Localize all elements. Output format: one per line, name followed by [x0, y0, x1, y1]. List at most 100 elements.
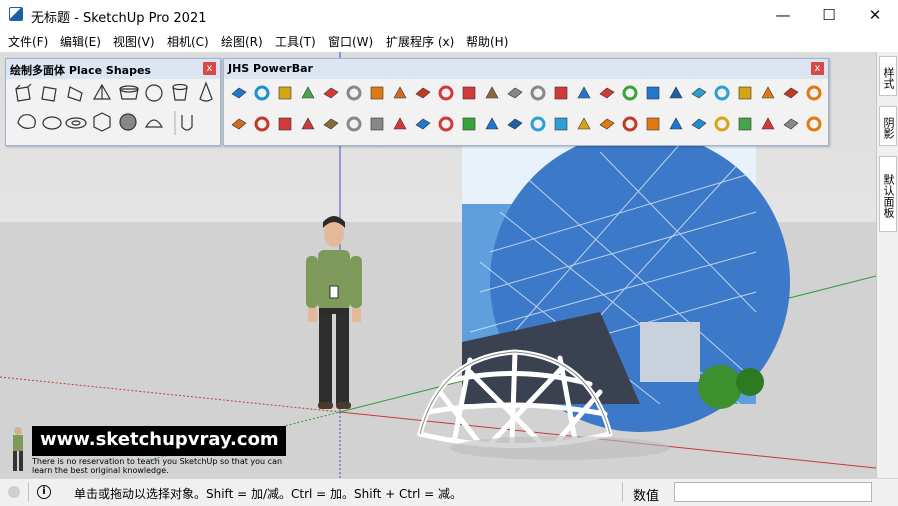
dome-shadow	[450, 436, 670, 460]
polyhedron-shape-icon[interactable]	[93, 112, 111, 132]
row2-tool-18-icon[interactable]	[619, 113, 641, 135]
menu-extensions[interactable]: 扩展程序 (x)	[386, 33, 454, 50]
sketchup-app-icon[interactable]	[9, 7, 23, 21]
dome-shape-icon[interactable]	[144, 119, 164, 128]
row1-tool-2-icon[interactable]	[251, 82, 273, 104]
row1-tool-18-icon[interactable]	[619, 82, 641, 104]
geosphere-shape-icon[interactable]	[119, 113, 137, 131]
info-icon[interactable]: i	[37, 485, 51, 499]
row1-tool-14-icon[interactable]	[527, 82, 549, 104]
torus-shape-icon[interactable]	[17, 114, 36, 129]
measurements-input[interactable]	[674, 482, 872, 502]
row1-tool-10-icon[interactable]	[435, 82, 457, 104]
small-person-icon	[13, 427, 23, 471]
row2-tool-6-icon[interactable]	[343, 113, 365, 135]
row1-tool-26-icon[interactable]	[803, 82, 825, 104]
row1-tool-13-icon[interactable]	[504, 82, 526, 104]
row1-tool-25-icon[interactable]	[780, 82, 802, 104]
row2-tool-21-icon[interactable]	[688, 113, 710, 135]
person-figure[interactable]	[306, 216, 362, 409]
tab-shadows[interactable]: 阴影	[879, 106, 897, 146]
disc-shape-icon[interactable]	[65, 117, 87, 129]
prism-shape-icon[interactable]	[41, 86, 57, 102]
maximize-button[interactable]: ☐	[806, 0, 852, 30]
row1-tool-17-icon[interactable]	[596, 82, 618, 104]
row1-tool-6-icon[interactable]	[343, 82, 365, 104]
menu-edit[interactable]: 编辑(E)	[60, 33, 101, 50]
row2-tool-5-icon[interactable]	[320, 113, 342, 135]
row1-tool-8-icon[interactable]	[389, 82, 411, 104]
row2-tool-8-icon[interactable]	[389, 113, 411, 135]
menu-tools[interactable]: 工具(T)	[275, 33, 316, 50]
row1-tool-23-icon[interactable]	[734, 82, 756, 104]
row1-tool-11-icon[interactable]	[458, 82, 480, 104]
biosphere-photo-billboard[interactable]	[462, 132, 790, 432]
menu-camera[interactable]: 相机(C)	[167, 33, 209, 50]
row1-tool-15-icon[interactable]	[550, 82, 572, 104]
row2-tool-15-icon[interactable]	[550, 113, 572, 135]
menu-help[interactable]: 帮助(H)	[466, 33, 508, 50]
menu-draw[interactable]: 绘图(R)	[221, 33, 263, 50]
row1-tool-7-icon[interactable]	[366, 82, 388, 104]
row2-tool-22-icon[interactable]	[711, 113, 733, 135]
row1-tool-20-icon[interactable]	[665, 82, 687, 104]
powerbar-header[interactable]: JHS PowerBar x	[224, 59, 828, 79]
tab-default-tray[interactable]: 默认面板	[879, 156, 897, 232]
row2-tool-3-icon[interactable]	[274, 113, 296, 135]
box-shape-icon[interactable]	[119, 85, 139, 100]
row2-tool-19-icon[interactable]	[642, 113, 664, 135]
row2-tool-24-icon[interactable]	[757, 113, 779, 135]
menu-file[interactable]: 文件(F)	[8, 33, 48, 50]
row2-tool-16-icon[interactable]	[573, 113, 595, 135]
row2-tool-7-icon[interactable]	[366, 113, 388, 135]
row1-tool-9-icon[interactable]	[412, 82, 434, 104]
hemisphere-shape-icon[interactable]	[42, 116, 62, 130]
row2-tool-13-icon[interactable]	[504, 113, 526, 135]
sphere-shape-icon[interactable]	[145, 84, 163, 102]
row2-tool-25-icon[interactable]	[780, 113, 802, 135]
row1-tool-3-icon[interactable]	[274, 82, 296, 104]
place-shapes-tools	[15, 81, 213, 135]
row2-tool-26-icon[interactable]	[803, 113, 825, 135]
row2-tool-23-icon[interactable]	[734, 113, 756, 135]
menu-view[interactable]: 视图(V)	[113, 33, 155, 50]
row1-tool-22-icon[interactable]	[711, 82, 733, 104]
place-shapes-close-button[interactable]: x	[203, 62, 216, 75]
row1-tool-5-icon[interactable]	[320, 82, 342, 104]
row1-tool-24-icon[interactable]	[757, 82, 779, 104]
tube-shape-icon[interactable]	[181, 115, 193, 131]
row1-tool-16-icon[interactable]	[573, 82, 595, 104]
menu-window[interactable]: 窗口(W)	[328, 33, 373, 50]
tab-styles[interactable]: 样式	[879, 56, 897, 96]
row1-tool-21-icon[interactable]	[688, 82, 710, 104]
watermark-note: There is no reservation to teach you Ske…	[32, 457, 283, 475]
minimize-icon: —	[775, 6, 791, 24]
row2-tool-17-icon[interactable]	[596, 113, 618, 135]
row2-tool-2-icon[interactable]	[251, 113, 273, 135]
row1-tool-4-icon[interactable]	[297, 82, 319, 104]
row2-tool-1-icon[interactable]	[228, 113, 250, 135]
place-shapes-header[interactable]: 绘制多面体 Place Shapes x	[6, 59, 220, 79]
cube-shape-icon[interactable]	[15, 83, 32, 102]
powerbar-close-button[interactable]: x	[811, 62, 824, 75]
place-shapes-title-en: Place Shapes	[68, 64, 151, 77]
cylinder-shape-icon[interactable]	[172, 83, 188, 101]
row1-tool-12-icon[interactable]	[481, 82, 503, 104]
model-viewport[interactable]: 绘制多面体 Place Shapes x JHS PowerBar x	[0, 52, 876, 478]
close-window-button[interactable]: ✕	[852, 0, 898, 30]
row2-tool-4-icon[interactable]	[297, 113, 319, 135]
row2-tool-20-icon[interactable]	[665, 113, 687, 135]
minimize-button[interactable]: —	[760, 0, 806, 30]
row1-tool-19-icon[interactable]	[642, 82, 664, 104]
pyramid-shape-icon[interactable]	[92, 83, 112, 100]
cone-shape-icon[interactable]	[199, 81, 213, 102]
geo-location-icon[interactable]	[8, 486, 20, 498]
row2-tool-11-icon[interactable]	[458, 113, 480, 135]
row1-tool-1-icon[interactable]	[228, 82, 250, 104]
status-divider	[28, 482, 29, 502]
row2-tool-12-icon[interactable]	[481, 113, 503, 135]
row2-tool-9-icon[interactable]	[412, 113, 434, 135]
row2-tool-14-icon[interactable]	[527, 113, 549, 135]
row2-tool-10-icon[interactable]	[435, 113, 457, 135]
wedge-shape-icon[interactable]	[67, 86, 83, 102]
